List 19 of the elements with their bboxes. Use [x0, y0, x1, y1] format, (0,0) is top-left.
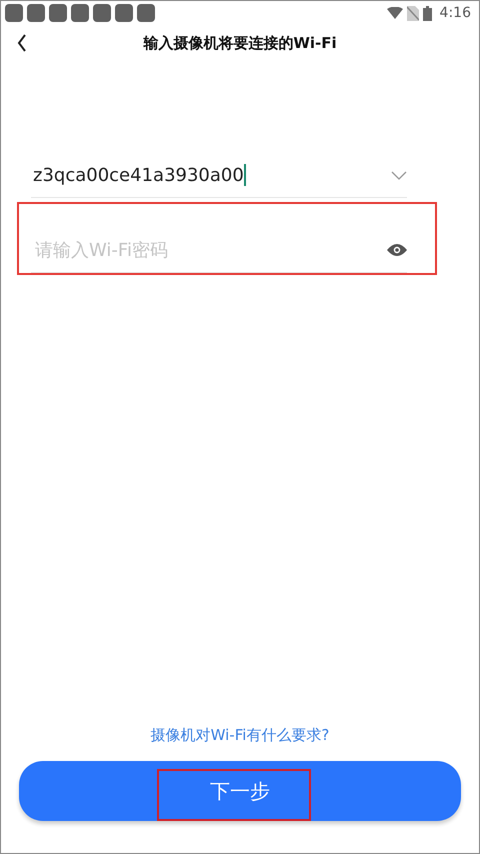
chevron-down-icon[interactable]: [391, 170, 407, 180]
wifi-name-field[interactable]: z3qca00ce41a3930a00: [31, 153, 407, 198]
page-title: 输入摄像机将要连接的Wi-Fi: [143, 34, 337, 52]
notification-icon: [71, 4, 89, 22]
password-field[interactable]: 请输入Wi-Fi密码: [33, 238, 387, 262]
wifi-icon: [386, 7, 403, 19]
next-button[interactable]: 下一步: [19, 761, 461, 821]
battery-icon: [422, 6, 432, 20]
help-link[interactable]: 摄像机对Wi-Fi有什么要求?: [150, 726, 330, 745]
back-icon[interactable]: [17, 34, 27, 52]
no-sim-icon: [406, 6, 419, 20]
notification-icon: [27, 4, 45, 22]
notification-icon: [49, 4, 67, 22]
eye-icon[interactable]: [387, 244, 407, 256]
notification-icon: [137, 4, 155, 22]
notification-icon: [115, 4, 133, 22]
status-time: 4:16: [440, 5, 471, 21]
notification-icon: [93, 4, 111, 22]
notification-icon: [5, 4, 23, 22]
